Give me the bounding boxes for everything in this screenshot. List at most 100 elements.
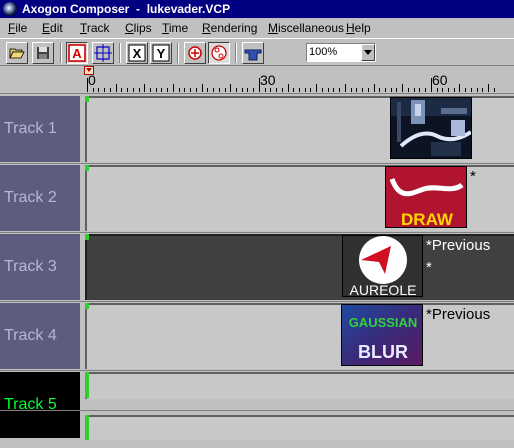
menu-help[interactable]: Help	[346, 18, 371, 38]
chevron-down-icon	[364, 50, 372, 55]
svg-text:X: X	[133, 46, 142, 61]
x-axis-button[interactable]: X	[126, 42, 148, 64]
menu-file[interactable]: File	[8, 18, 27, 38]
ruler-tick	[235, 88, 237, 92]
ruler-tick	[379, 88, 381, 92]
svg-text:BLUR: BLUR	[358, 342, 408, 362]
track-row-4: Track 4 GAUSSIAN BLUR *Previous	[0, 302, 514, 371]
ruler-tick	[413, 88, 415, 92]
save-icon	[37, 47, 49, 59]
ruler-tick	[138, 88, 140, 92]
blur-thumbnail: GAUSSIAN BLUR	[342, 305, 422, 365]
ruler-tick	[264, 88, 266, 92]
track-label[interactable]: Track 3	[0, 234, 80, 300]
y-axis-button[interactable]: Y	[150, 42, 172, 64]
ruler-tick	[327, 88, 329, 92]
ruler-tick	[270, 88, 272, 92]
track-start-marker	[85, 372, 89, 398]
ruler-tick	[333, 88, 335, 92]
nodes-button[interactable]	[208, 42, 230, 64]
ruler-tick	[224, 88, 226, 92]
gaussian-blur-clip[interactable]: GAUSSIAN BLUR	[341, 304, 423, 366]
track-start-marker	[85, 415, 89, 440]
track-lane[interactable]	[85, 372, 514, 399]
ruler-tick	[190, 88, 192, 92]
y-axis-icon: Y	[152, 44, 170, 62]
svg-text:Y: Y	[157, 46, 166, 61]
track-start-marker	[85, 96, 89, 102]
ruler-tick	[253, 88, 255, 92]
ruler-tick	[344, 84, 346, 92]
track-row-2: Track 2 DRAW *	[0, 164, 514, 233]
ruler-tick	[258, 78, 260, 92]
nodes-icon	[211, 45, 227, 61]
track-start-marker	[85, 303, 89, 309]
ruler-tick	[470, 88, 472, 92]
app-window: Axogon Composer - lukevader.VCP File Edi…	[0, 0, 514, 448]
hat-icon	[244, 49, 262, 61]
toolbar-separator	[60, 43, 62, 63]
ruler-tick	[447, 88, 449, 92]
ruler-tick	[304, 88, 306, 92]
track-label[interactable]: Track 1	[0, 96, 80, 162]
hat-button[interactable]	[242, 42, 264, 64]
menu-track[interactable]: Track	[80, 18, 110, 38]
ruler-tick	[493, 88, 495, 92]
ruler-tick	[109, 88, 111, 92]
save-button[interactable]	[32, 42, 54, 64]
menu-rendering[interactable]: Rendering	[202, 18, 257, 38]
aureole-clip[interactable]: AUREOLE	[342, 235, 423, 297]
timeline-ruler[interactable]: 0 30 60	[0, 66, 514, 94]
ruler-tick	[465, 88, 467, 92]
ruler-tick	[247, 88, 249, 92]
menu-clips[interactable]: Clips	[125, 18, 152, 38]
draw-thumbnail: DRAW	[386, 167, 466, 227]
grid-tool-button[interactable]	[92, 42, 114, 64]
ruler-tick	[213, 88, 215, 92]
track-lane[interactable]	[85, 415, 514, 440]
zoom-dropdown-button[interactable]	[361, 44, 375, 61]
track-label[interactable]: Track 4	[0, 303, 80, 369]
ruler-label: 0	[88, 72, 96, 88]
ruler-tick	[396, 88, 398, 92]
ruler-tick	[195, 88, 197, 92]
title-bar[interactable]: Axogon Composer - lukevader.VCP	[0, 0, 514, 18]
ruler-tick	[144, 84, 146, 92]
zoom-value: 100%	[309, 46, 338, 58]
text-tool-button[interactable]: A	[66, 42, 88, 64]
open-button[interactable]	[6, 42, 28, 64]
track-separator	[0, 410, 514, 411]
menu-edit[interactable]: Edit	[42, 18, 63, 38]
ruler-tick	[310, 88, 312, 92]
ruler-tick	[161, 88, 163, 92]
clip-note: *	[426, 259, 432, 276]
track-row-1: Track 1	[0, 95, 514, 164]
track-start-marker	[85, 234, 89, 240]
ruler-tick	[350, 88, 352, 92]
open-icon	[9, 48, 25, 59]
zoom-select[interactable]: 100%	[306, 43, 376, 62]
draw-clip[interactable]: DRAW	[385, 166, 467, 228]
ruler-tick	[98, 88, 100, 92]
ruler-tick	[218, 88, 220, 92]
menu-miscellaneous[interactable]: Miscellaneous	[268, 18, 344, 38]
starwars-scene-clip[interactable]	[390, 97, 472, 159]
ruler-tick	[373, 84, 375, 92]
track-label[interactable]: Track 2	[0, 165, 80, 231]
x-axis-icon: X	[128, 44, 146, 62]
ruler-tick	[167, 88, 169, 92]
track-label[interactable]: Track 5	[0, 372, 80, 438]
toolbar: A X Y 100%	[0, 38, 514, 66]
grid-tool-icon	[94, 44, 112, 62]
ruler-tick	[299, 88, 300, 92]
ruler-tick	[104, 88, 106, 92]
ruler-tick	[178, 88, 180, 92]
menu-time[interactable]: Time	[162, 18, 188, 38]
ruler-tick	[121, 88, 123, 92]
ruler-tick	[127, 88, 129, 92]
ruler-tick	[207, 88, 209, 92]
ruler-tick	[281, 88, 283, 92]
crosshair-button[interactable]	[184, 42, 206, 64]
clip-note: *	[470, 168, 476, 185]
toolbar-separator	[177, 43, 179, 63]
